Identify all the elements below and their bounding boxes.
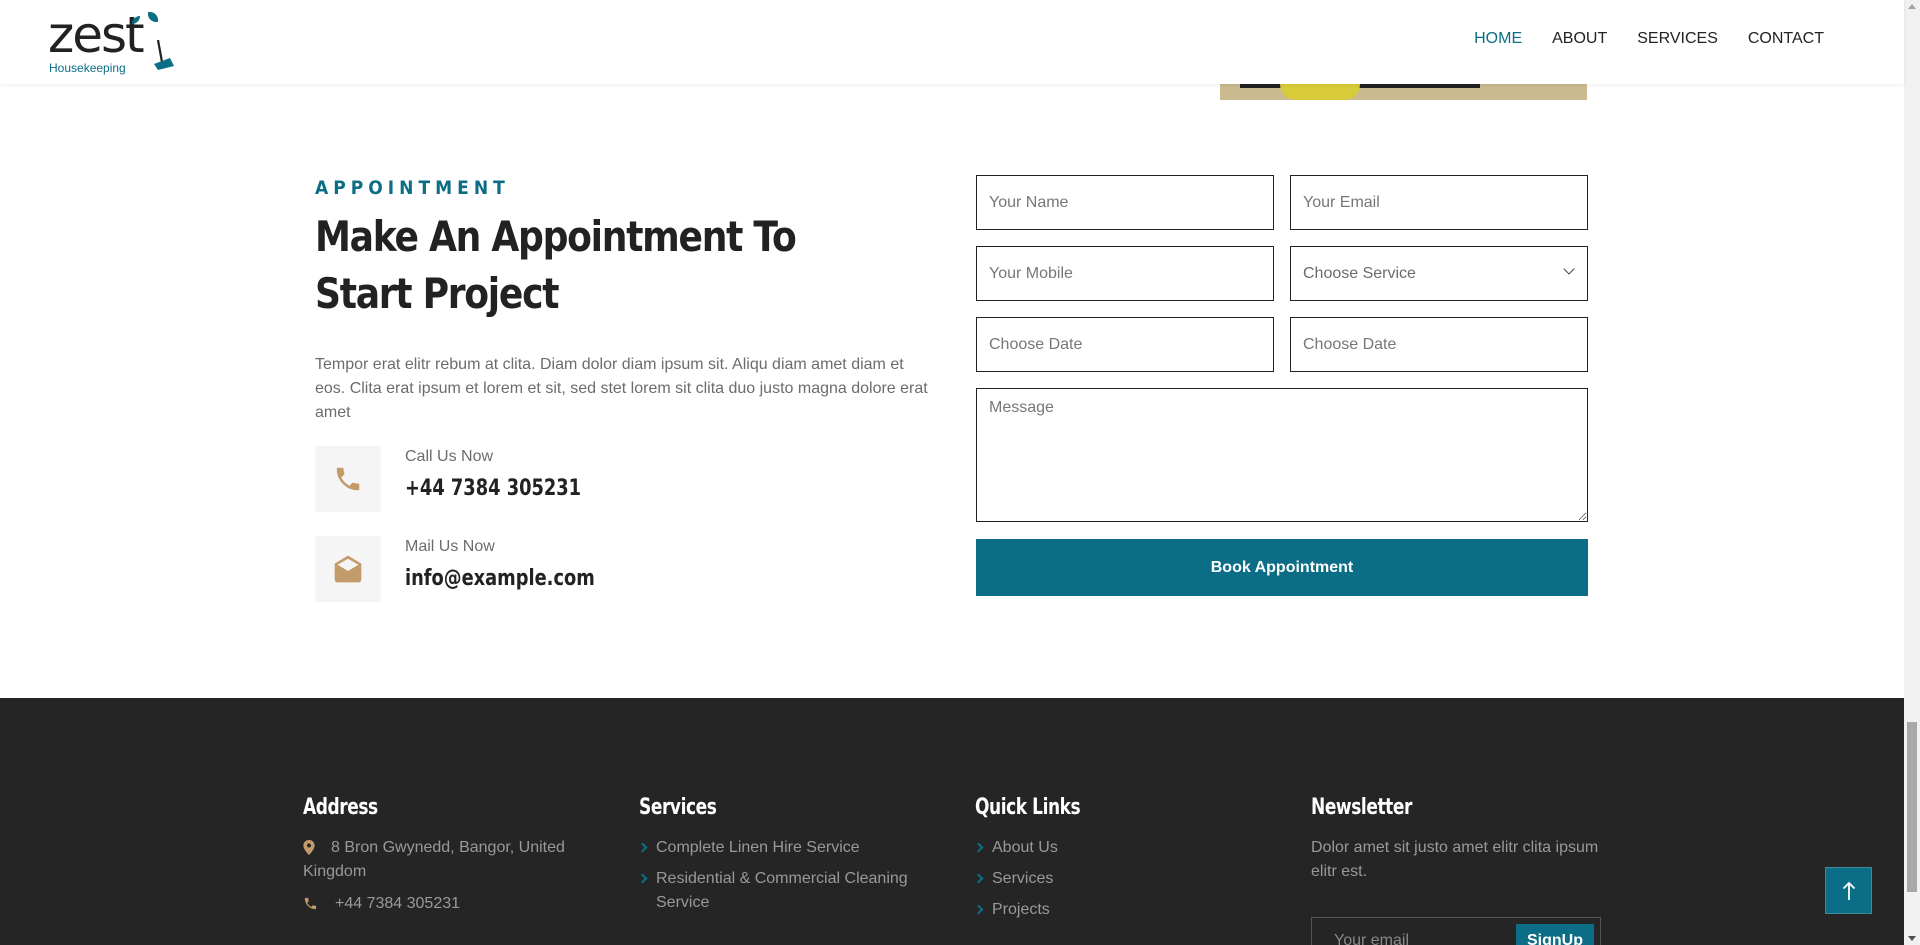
main-nav: HOME ABOUT SERVICES CONTACT (1474, 30, 1824, 48)
chevron-right-icon (973, 842, 984, 853)
chevron-right-icon (637, 842, 648, 853)
book-appointment-button[interactable]: Book Appointment (976, 539, 1588, 596)
footer-address-col: Address 8 Bron Gwynedd, Bangor, United K… (303, 795, 603, 916)
footer-links-col: Quick Links About Us Services Projects (973, 795, 1275, 929)
footer-services-col: Services Complete Linen Hire Service Res… (637, 795, 939, 922)
newsletter-email-input[interactable]: Your email (1334, 932, 1409, 945)
mail-label: Mail Us Now (405, 538, 495, 555)
date-input-1[interactable] (976, 317, 1274, 372)
nav-home[interactable]: HOME (1474, 30, 1522, 48)
footer-service-link[interactable]: Residential & Commercial Cleaning Servic… (637, 867, 939, 915)
name-input[interactable] (976, 175, 1274, 230)
footer-newsletter-heading: Newsletter (1311, 795, 1412, 820)
quick-link-text: Services (992, 870, 1054, 887)
scroll-down-icon[interactable] (1908, 936, 1916, 941)
call-contact: Call Us Now +44 7384 305231 (315, 446, 935, 512)
page-scrollbar[interactable] (1904, 0, 1920, 945)
message-textarea[interactable] (976, 388, 1588, 522)
section-intro: Tempor erat elitr rebum at clita. Diam d… (315, 356, 928, 421)
leaf-icon (148, 12, 158, 22)
footer-services-heading: Services (639, 795, 717, 820)
phone-icon-box (315, 446, 381, 512)
service-select-value: Choose Service (1303, 264, 1416, 282)
footer-phone-line: +44 7384 305231 (303, 892, 603, 916)
section-title: Make An Appointment To Start Project (315, 212, 797, 318)
back-to-top-button[interactable] (1825, 867, 1872, 914)
address-phone-text: +44 7384 305231 (335, 895, 461, 912)
navbar: zest Housekeeping HOME ABOUT SERVICES CO… (0, 0, 1904, 84)
newsletter-text: Dolor amet sit justo amet elitr clita ip… (1311, 839, 1599, 880)
map-marker-icon (303, 840, 315, 855)
email-input[interactable] (1290, 175, 1588, 230)
call-label: Call Us Now (405, 448, 494, 465)
hero-image-edge (1220, 84, 1587, 100)
signup-button[interactable]: SignUp (1516, 924, 1594, 945)
quick-link-text: About Us (992, 839, 1058, 856)
newsletter-form: Your email SignUp (1311, 917, 1601, 945)
service-link-text: Complete Linen Hire Service (656, 839, 860, 856)
chevron-right-icon (637, 873, 648, 884)
footer-newsletter-col: Newsletter Dolor amet sit justo amet eli… (1311, 795, 1601, 884)
mail-address[interactable]: info@example.com (405, 566, 595, 591)
nav-about[interactable]: ABOUT (1552, 30, 1607, 48)
logo-tagline: Housekeeping (49, 61, 126, 75)
footer-quick-link[interactable]: Projects (973, 898, 1275, 922)
scroll-up-icon[interactable] (1908, 4, 1916, 9)
quick-link-text: Projects (992, 901, 1050, 918)
service-link-text: Residential & Commercial Cleaning Servic… (656, 870, 908, 911)
mobile-input[interactable] (976, 246, 1274, 301)
footer-quick-link[interactable]: Services (973, 867, 1275, 891)
section-eyebrow: APPOINTMENT (315, 177, 510, 199)
footer-quick-link[interactable]: About Us (973, 836, 1275, 860)
address-text: 8 Bron Gwynedd, Bangor, United Kingdom (303, 839, 565, 880)
envelope-open-icon (334, 555, 362, 583)
mail-contact: Mail Us Now info@example.com (315, 536, 935, 602)
phone-icon (336, 467, 360, 491)
footer-address-line: 8 Bron Gwynedd, Bangor, United Kingdom (303, 836, 603, 884)
footer-address-heading: Address (303, 795, 378, 820)
chevron-right-icon (973, 904, 984, 915)
footer-service-link[interactable]: Complete Linen Hire Service (637, 836, 939, 860)
arrow-up-icon (1842, 881, 1855, 900)
call-number[interactable]: +44 7384 305231 (405, 476, 581, 501)
footer-links-heading: Quick Links (975, 795, 1081, 820)
phone-icon (304, 897, 317, 910)
brand-logo[interactable]: zest Housekeeping (48, 6, 178, 76)
scroll-thumb[interactable] (1907, 722, 1917, 892)
dustpan-icon (154, 40, 174, 70)
nav-services[interactable]: SERVICES (1637, 30, 1718, 48)
date-input-2[interactable] (1290, 317, 1588, 372)
chevron-right-icon (973, 873, 984, 884)
nav-contact[interactable]: CONTACT (1748, 30, 1824, 48)
envelope-icon-box (315, 536, 381, 602)
footer (0, 698, 1904, 945)
logo-wordmark: zest (48, 6, 145, 64)
service-select[interactable]: Choose Service (1290, 246, 1588, 301)
chevron-down-icon (1563, 263, 1575, 275)
